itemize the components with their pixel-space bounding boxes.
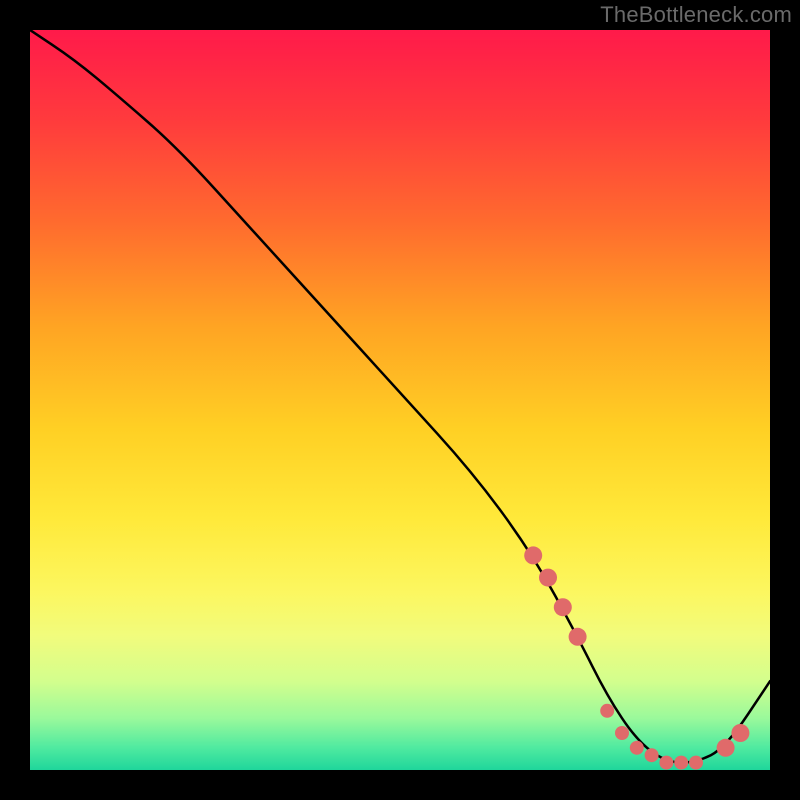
highlight-dot: [615, 726, 629, 740]
highlight-dot: [554, 598, 572, 616]
highlight-dot: [689, 756, 703, 770]
curve-line: [30, 30, 770, 763]
highlight-dot: [659, 756, 673, 770]
highlight-dot: [645, 748, 659, 762]
highlight-dot: [600, 704, 614, 718]
highlight-dot: [674, 756, 688, 770]
highlight-dot: [630, 741, 644, 755]
chart-frame: TheBottleneck.com: [0, 0, 800, 800]
chart-svg: [30, 30, 770, 770]
plot-area: [30, 30, 770, 770]
highlight-dot: [569, 628, 587, 646]
watermark-text: TheBottleneck.com: [600, 2, 792, 28]
highlight-dot: [524, 546, 542, 564]
highlight-dot: [731, 724, 749, 742]
highlight-dot: [717, 739, 735, 757]
highlight-dot: [539, 569, 557, 587]
